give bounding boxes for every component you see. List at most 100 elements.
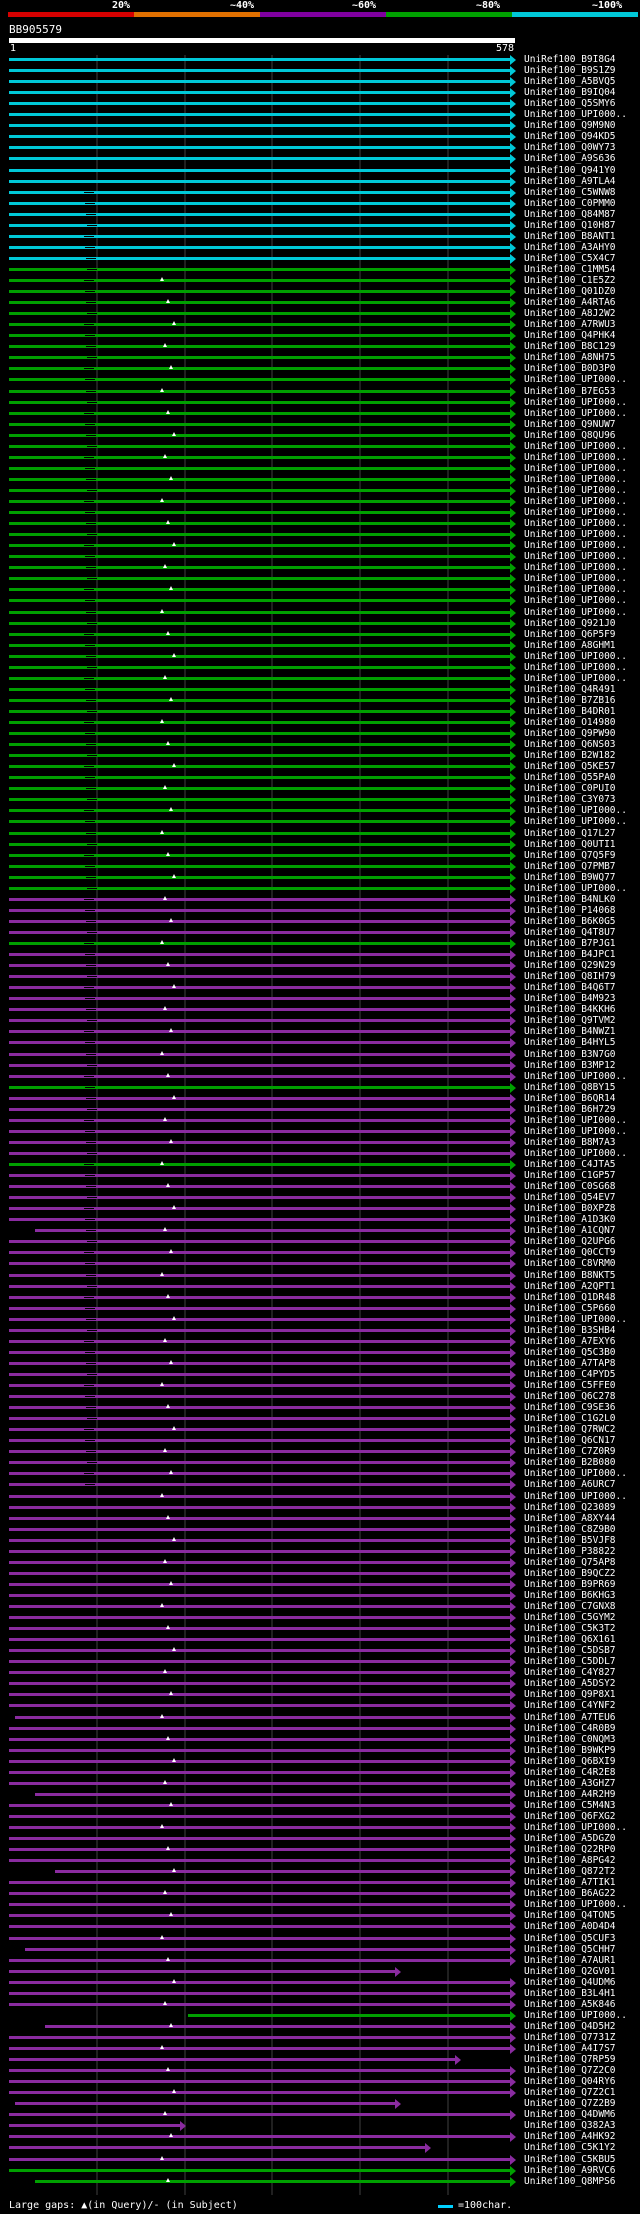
hit-label[interactable]: UniRef100_UPI000.. <box>524 1899 627 1910</box>
hit-label[interactable]: UniRef100_B9WKP9 <box>524 1745 616 1756</box>
hit-label[interactable]: UniRef100_UPI000.. <box>524 1314 627 1325</box>
hit-label[interactable]: UniRef100_B5VJF8 <box>524 1535 616 1546</box>
hit-label[interactable]: UniRef100_Q9NUW7 <box>524 419 616 430</box>
hit-label[interactable]: UniRef100_Q55PA0 <box>524 772 616 783</box>
hit-label[interactable]: UniRef100_UPI000.. <box>524 474 627 485</box>
hit-label[interactable]: UniRef100_B9S1Z9 <box>524 65 616 76</box>
hit-label[interactable]: UniRef100_C5WNW8 <box>524 187 616 198</box>
hit-label[interactable]: UniRef100_A7TEU6 <box>524 1712 616 1723</box>
hit-label[interactable]: UniRef100_Q6NS03 <box>524 739 616 750</box>
hit-label[interactable]: UniRef100_B9IQ04 <box>524 87 616 98</box>
hit-label[interactable]: UniRef100_A7TIK1 <box>524 1877 616 1888</box>
hit-label[interactable]: UniRef100_C4Y827 <box>524 1667 616 1678</box>
hit-label[interactable]: UniRef100_C8Z9B0 <box>524 1524 616 1535</box>
hit-label[interactable]: UniRef100_UPI000.. <box>524 1468 627 1479</box>
hit-label[interactable]: UniRef100_B6QR14 <box>524 1093 616 1104</box>
hit-label[interactable]: UniRef100_B3N7G0 <box>524 1049 616 1060</box>
hit-row[interactable]: UniRef100_Q8MPS6 <box>0 2176 640 2188</box>
hit-label[interactable]: UniRef100_Q94KD5 <box>524 131 616 142</box>
hit-label[interactable]: UniRef100_Q872T2 <box>524 1866 616 1877</box>
hit-label[interactable]: UniRef100_Q8MPS6 <box>524 2176 616 2187</box>
hit-label[interactable]: UniRef100_Q6CN17 <box>524 1435 616 1446</box>
hit-label[interactable]: UniRef100_B4JPC1 <box>524 949 616 960</box>
hit-label[interactable]: UniRef100_A8NH75 <box>524 352 616 363</box>
hit-label[interactable]: UniRef100_Q4R491 <box>524 684 616 695</box>
hit-label[interactable]: UniRef100_C4YNF2 <box>524 1700 616 1711</box>
hit-label[interactable]: UniRef100_UPI000.. <box>524 463 627 474</box>
hit-label[interactable]: UniRef100_Q9M9N0 <box>524 120 616 131</box>
hit-label[interactable]: UniRef100_B0D3P0 <box>524 363 616 374</box>
hit-label[interactable]: UniRef100_B6AG22 <box>524 1888 616 1899</box>
hit-label[interactable]: UniRef100_Q5CUF3 <box>524 1933 616 1944</box>
hit-label[interactable]: UniRef100_C1G2L0 <box>524 1413 616 1424</box>
hit-label[interactable]: UniRef100_C5FFE0 <box>524 1380 616 1391</box>
hit-label[interactable]: UniRef100_C3Y073 <box>524 794 616 805</box>
hit-label[interactable]: UniRef100_B6H729 <box>524 1104 616 1115</box>
hit-label[interactable]: UniRef100_A8XY44 <box>524 1513 616 1524</box>
hit-label[interactable]: UniRef100_Q7731Z <box>524 2032 616 2043</box>
hit-label[interactable]: UniRef100_Q23089 <box>524 1502 616 1513</box>
hit-label[interactable]: UniRef100_Q75AP8 <box>524 1557 616 1568</box>
hit-label[interactable]: UniRef100_UPI000.. <box>524 662 627 673</box>
hit-label[interactable]: UniRef100_C8VRM0 <box>524 1258 616 1269</box>
hit-label[interactable]: UniRef100_UPI000.. <box>524 607 627 618</box>
hit-label[interactable]: UniRef100_B9QCZ2 <box>524 1568 616 1579</box>
hit-label[interactable]: UniRef100_B4M923 <box>524 993 616 1004</box>
hit-label[interactable]: UniRef100_UPI000.. <box>524 529 627 540</box>
hit-label[interactable]: UniRef100_C0SG68 <box>524 1181 616 1192</box>
hit-label[interactable]: UniRef100_Q5C3B0 <box>524 1347 616 1358</box>
hit-label[interactable]: UniRef100_UPI000.. <box>524 584 627 595</box>
hit-label[interactable]: UniRef100_Q1DR48 <box>524 1292 616 1303</box>
hit-label[interactable]: UniRef100_A3AHY0 <box>524 242 616 253</box>
hit-label[interactable]: UniRef100_UPI000.. <box>524 1491 627 1502</box>
hit-label[interactable]: UniRef100_Q04RY6 <box>524 2076 616 2087</box>
hit-label[interactable]: UniRef100_B2B080 <box>524 1457 616 1468</box>
hit-label[interactable]: UniRef100_C5DDL7 <box>524 1656 616 1667</box>
hit-label[interactable]: UniRef100_B9PR69 <box>524 1579 616 1590</box>
hit-label[interactable]: UniRef100_UPI000.. <box>524 1126 627 1137</box>
hit-label[interactable]: UniRef100_B7PJG1 <box>524 938 616 949</box>
hit-label[interactable]: UniRef100_UPI000.. <box>524 805 627 816</box>
hit-label[interactable]: UniRef100_B9I8G4 <box>524 54 616 65</box>
hit-label[interactable]: UniRef100_C5M4N3 <box>524 1800 616 1811</box>
hit-label[interactable]: UniRef100_B2W182 <box>524 750 616 761</box>
hit-label[interactable]: UniRef100_UPI000.. <box>524 1115 627 1126</box>
hit-label[interactable]: UniRef100_Q7Z2C1 <box>524 2087 616 2098</box>
hit-label[interactable]: UniRef100_Q8QU96 <box>524 430 616 441</box>
hit-label[interactable]: UniRef100_Q4DWM6 <box>524 2109 616 2120</box>
hit-label[interactable]: UniRef100_UPI000.. <box>524 397 627 408</box>
hit-label[interactable]: UniRef100_Q2UPG6 <box>524 1236 616 1247</box>
hit-label[interactable]: UniRef100_B4HYL5 <box>524 1037 616 1048</box>
hit-label[interactable]: UniRef100_C5K1Y2 <box>524 2142 616 2153</box>
hit-label[interactable]: UniRef100_Q01DZ0 <box>524 286 616 297</box>
hit-label[interactable]: UniRef100_A9S636 <box>524 153 616 164</box>
hit-label[interactable]: UniRef100_B6K0G5 <box>524 916 616 927</box>
hit-label[interactable]: UniRef100_Q29N29 <box>524 960 616 971</box>
hit-label[interactable]: UniRef100_A8PG42 <box>524 1855 616 1866</box>
hit-label[interactable]: UniRef100_UPI000.. <box>524 540 627 551</box>
hit-label[interactable]: UniRef100_B3SHB4 <box>524 1325 616 1336</box>
hit-label[interactable]: UniRef100_B7ZB16 <box>524 695 616 706</box>
hit-label[interactable]: UniRef100_Q6P5F9 <box>524 629 616 640</box>
hit-label[interactable]: UniRef100_A3GHZ7 <box>524 1778 616 1789</box>
hit-label[interactable]: UniRef100_Q6BXI9 <box>524 1756 616 1767</box>
hit-label[interactable]: UniRef100_A5BVQ5 <box>524 76 616 87</box>
hit-label[interactable]: UniRef100_A4HK92 <box>524 2131 616 2142</box>
hit-label[interactable]: UniRef100_Q54EV7 <box>524 1192 616 1203</box>
hit-label[interactable]: UniRef100_Q9P8X1 <box>524 1689 616 1700</box>
hit-label[interactable]: UniRef100_C5K3T2 <box>524 1623 616 1634</box>
hit-label[interactable]: UniRef100_Q382A3 <box>524 2120 616 2131</box>
hit-label[interactable]: UniRef100_Q0WY73 <box>524 142 616 153</box>
hit-label[interactable]: UniRef100_B4Q6T7 <box>524 982 616 993</box>
hit-label[interactable]: UniRef100_Q941Y0 <box>524 165 616 176</box>
hit-label[interactable]: UniRef100_UPI000.. <box>524 551 627 562</box>
hit-label[interactable]: UniRef100_Q4PHK4 <box>524 330 616 341</box>
hit-label[interactable]: UniRef100_B8M7A3 <box>524 1137 616 1148</box>
hit-label[interactable]: UniRef100_UPI000.. <box>524 651 627 662</box>
hit-label[interactable]: UniRef100_A4I7S7 <box>524 2043 616 2054</box>
hit-label[interactable]: UniRef100_Q6C278 <box>524 1391 616 1402</box>
hit-label[interactable]: UniRef100_B4NWZ1 <box>524 1026 616 1037</box>
hit-label[interactable]: UniRef100_C0PMM0 <box>524 198 616 209</box>
hit-label[interactable]: UniRef100_UPI000.. <box>524 573 627 584</box>
hit-label[interactable]: UniRef100_Q7RWC2 <box>524 1424 616 1435</box>
